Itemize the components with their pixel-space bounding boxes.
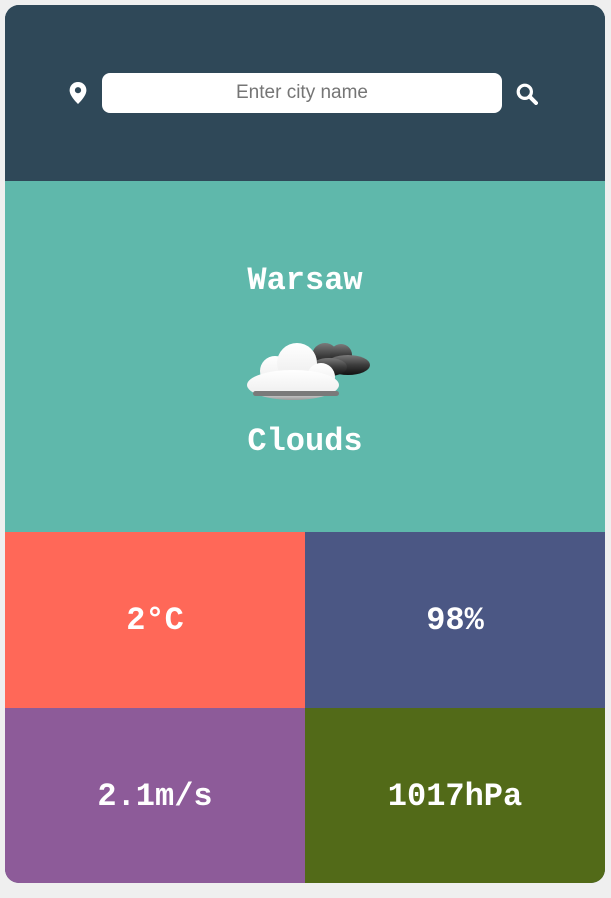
temperature-tile: 2°C [5, 532, 305, 708]
clouds-icon [247, 343, 370, 400]
wind-speed-value: 2.1m/s [97, 777, 213, 815]
map-pin-icon[interactable] [69, 82, 87, 104]
city-name: Warsaw [247, 262, 363, 299]
humidity-value: 98% [426, 601, 484, 639]
humidity-tile: 98% [305, 532, 605, 708]
pressure-tile: 1017hPa [305, 708, 605, 883]
weather-condition: Clouds [247, 423, 363, 460]
temperature-value: 2°C [126, 601, 184, 639]
pressure-value: 1017hPa [387, 777, 523, 815]
wind-tile: 2.1m/s [5, 708, 305, 883]
weather-app: Warsaw [5, 5, 605, 883]
search-bar [5, 5, 605, 181]
city-search-input[interactable] [102, 73, 502, 113]
search-icon[interactable] [516, 83, 538, 105]
current-weather-panel: Warsaw Clouds [5, 181, 605, 532]
